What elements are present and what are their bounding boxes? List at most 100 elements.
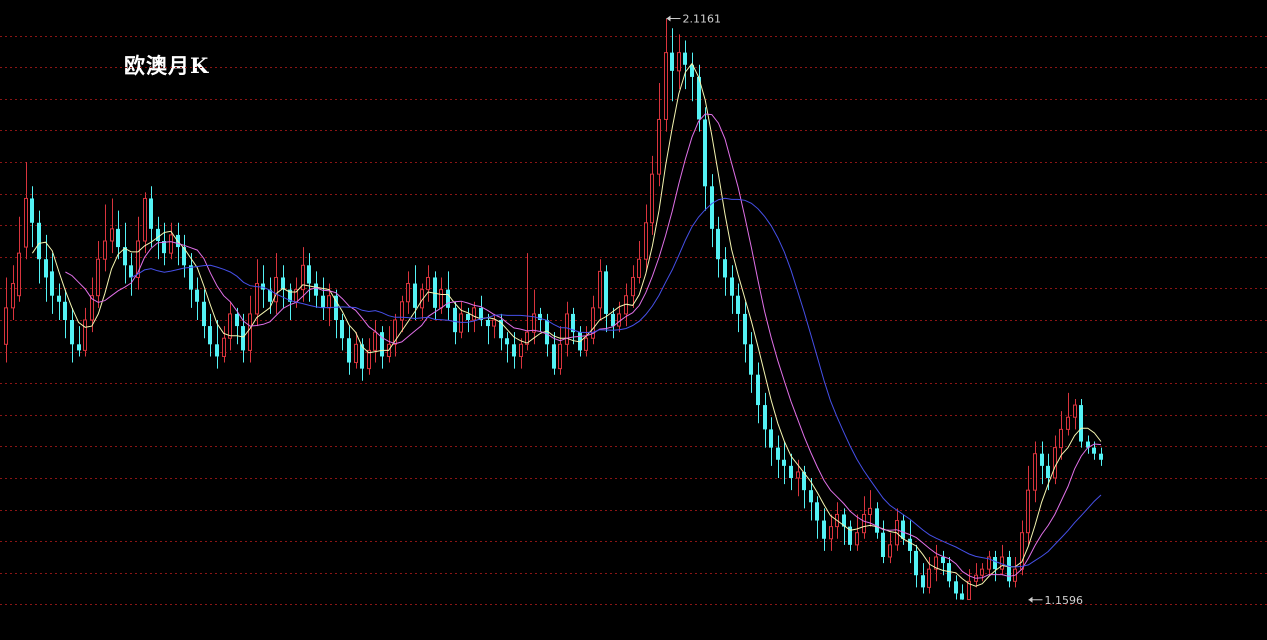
candle-body-down bbox=[1092, 447, 1096, 454]
candle-body-up bbox=[327, 295, 331, 309]
candle-body-up bbox=[274, 276, 278, 303]
candle-body-down bbox=[683, 52, 687, 65]
candle-body-up bbox=[169, 234, 173, 254]
candle-body-down bbox=[466, 313, 470, 320]
annotation-arrowhead bbox=[1028, 596, 1033, 603]
candle-body-down bbox=[749, 344, 753, 375]
candle-body-down bbox=[743, 313, 747, 345]
candle-body-down bbox=[413, 283, 417, 308]
candle-body-down bbox=[149, 198, 153, 229]
candle-body-up bbox=[868, 507, 872, 515]
candle-body-up bbox=[677, 52, 681, 72]
candle-body-up bbox=[11, 283, 15, 309]
candle-body-up bbox=[354, 343, 358, 364]
candle-body-down bbox=[822, 520, 826, 539]
candle-body-down bbox=[763, 405, 767, 430]
candle-body-up bbox=[96, 258, 100, 297]
candle-body-down bbox=[710, 186, 714, 229]
candle-body-down bbox=[809, 490, 813, 503]
candle-body-down bbox=[50, 271, 54, 296]
candle-body-down bbox=[1079, 405, 1083, 442]
candle-body-down bbox=[604, 271, 608, 314]
candle-body-down bbox=[552, 344, 556, 369]
candle-body-down bbox=[70, 320, 74, 345]
candle-body-down bbox=[736, 295, 740, 314]
candle-body-up bbox=[459, 313, 463, 333]
candle-body-up bbox=[644, 222, 648, 260]
candle-body-down bbox=[314, 283, 318, 296]
candle-body-up bbox=[862, 513, 866, 534]
candle-body-down bbox=[875, 508, 879, 533]
candle-body-down bbox=[505, 338, 509, 345]
candle-body-up bbox=[1053, 447, 1057, 479]
candle-body-up bbox=[439, 289, 443, 309]
candle-body-down bbox=[44, 259, 48, 278]
candle-body-down bbox=[116, 228, 120, 248]
candle-body-down bbox=[782, 459, 786, 466]
candle-body-up bbox=[664, 52, 668, 120]
candlestick-plot: 2.1161 1.1596 bbox=[0, 13, 1267, 607]
candle-body-up bbox=[248, 313, 252, 351]
candle-body-up bbox=[927, 568, 931, 588]
ma-mid-line bbox=[65, 113, 1102, 579]
candle-body-down bbox=[446, 289, 450, 308]
candle-body-down bbox=[321, 295, 325, 308]
candle-body-up bbox=[980, 568, 984, 576]
candle-body-down bbox=[723, 259, 727, 278]
candle-body-up bbox=[406, 283, 410, 303]
candle-body-up bbox=[143, 197, 147, 242]
candle-body-down bbox=[208, 326, 212, 345]
candle-body-up bbox=[617, 313, 621, 327]
candle-body-down bbox=[730, 277, 734, 296]
candle-body-down bbox=[815, 502, 819, 521]
candle-body-up bbox=[110, 228, 114, 242]
candle-body-down bbox=[30, 198, 34, 223]
candle-body-down bbox=[63, 301, 67, 320]
candle-body-down bbox=[921, 575, 925, 588]
candle-body-up bbox=[637, 258, 641, 278]
candle-body-down bbox=[347, 338, 351, 363]
candle-body-up bbox=[1073, 404, 1077, 418]
candle-body-up bbox=[558, 343, 562, 370]
candle-body-up bbox=[598, 270, 602, 309]
candle-body-down bbox=[307, 265, 311, 284]
candle-body-up bbox=[657, 118, 661, 175]
candle-body-down bbox=[57, 295, 61, 302]
candle-body-down bbox=[901, 520, 905, 539]
candle-body-down bbox=[703, 119, 707, 187]
candle-body-down bbox=[512, 344, 516, 357]
candle-body-down bbox=[340, 320, 344, 339]
candle-body-down bbox=[941, 557, 945, 564]
candle-body-down bbox=[611, 313, 615, 327]
candle-body-up bbox=[565, 313, 569, 345]
annotation-label: 1.1596 bbox=[1045, 594, 1084, 607]
candle-body-down bbox=[195, 289, 199, 302]
candle-body-up bbox=[855, 532, 859, 546]
candle-body-down bbox=[241, 326, 245, 351]
candle-body-down bbox=[486, 320, 490, 327]
candle-body-down bbox=[914, 550, 918, 576]
candle-body-down bbox=[769, 429, 773, 448]
candle-body-down bbox=[954, 581, 958, 594]
candle-body-up bbox=[4, 307, 8, 345]
candle-body-up bbox=[829, 526, 833, 540]
candle-body-up bbox=[1020, 532, 1024, 570]
candle-body-down bbox=[1046, 465, 1050, 478]
candle-body-down bbox=[202, 301, 206, 327]
candle-body-up bbox=[24, 197, 28, 248]
candle-body-up bbox=[426, 276, 430, 291]
candle-body-up bbox=[631, 276, 635, 297]
candle-body-down bbox=[235, 313, 239, 327]
candle-body-up bbox=[796, 471, 800, 479]
annotation-arrowhead bbox=[666, 15, 671, 22]
candle-body-down bbox=[77, 344, 81, 351]
candle-body-up bbox=[519, 343, 523, 357]
candle-body-up bbox=[83, 319, 87, 351]
annotation-label: 2.1161 bbox=[683, 13, 722, 26]
candle-body-down bbox=[129, 265, 133, 278]
candle-body-up bbox=[103, 240, 107, 260]
candle-body-up bbox=[255, 283, 259, 315]
chart-area: 欧澳月K 2.1161 1.1596 bbox=[0, 0, 1267, 640]
candle-body-down bbox=[881, 532, 885, 557]
candle-body-up bbox=[1066, 416, 1070, 430]
